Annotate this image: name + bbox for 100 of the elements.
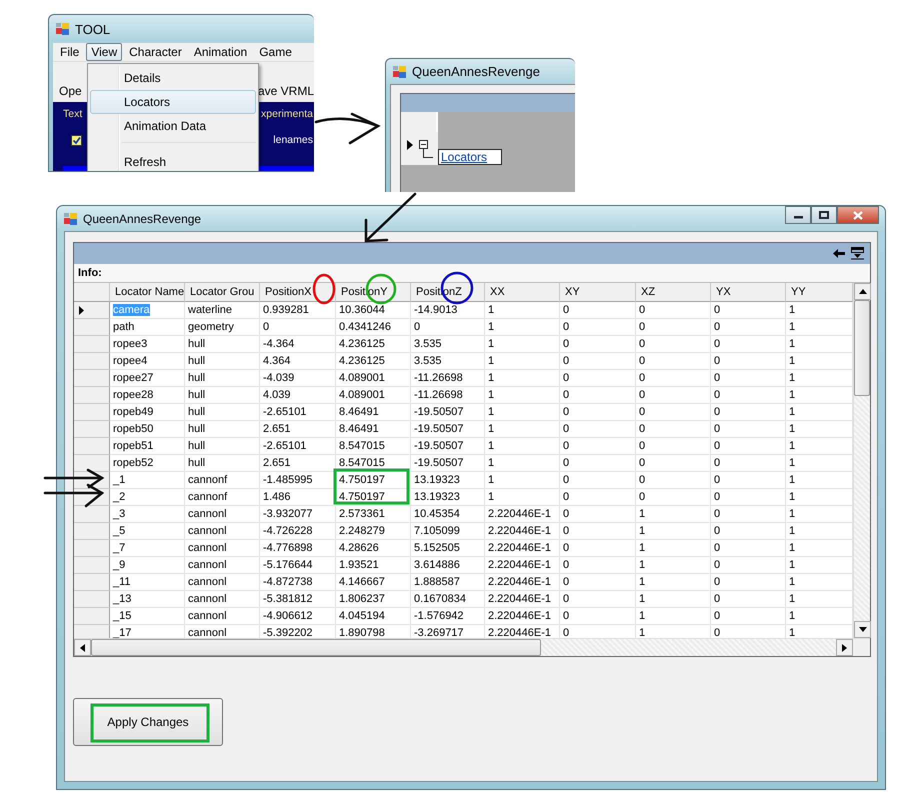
menu-option[interactable]: Refresh bbox=[90, 150, 256, 171]
table-cell: 4.750197 bbox=[336, 489, 411, 506]
menu-item[interactable]: View bbox=[86, 43, 122, 61]
table-cell: 13.19323 bbox=[411, 489, 485, 506]
table-cell: 0 bbox=[560, 387, 636, 404]
vertical-scrollbar[interactable] bbox=[853, 283, 870, 638]
table-cell: 4.146667 bbox=[336, 574, 411, 591]
table-cell: 4.045194 bbox=[336, 608, 411, 625]
table-cell: hull bbox=[185, 336, 260, 353]
table-cell: 0 bbox=[636, 319, 711, 336]
scrollbar-thumb[interactable] bbox=[854, 300, 870, 396]
row-header[interactable] bbox=[401, 132, 438, 165]
hand-drawn-arrow bbox=[44, 468, 104, 488]
table-cell: 1 bbox=[485, 421, 560, 438]
column-header[interactable]: XY bbox=[560, 283, 636, 302]
menu-option[interactable]: Animation Data bbox=[90, 114, 256, 138]
panel-label: xperimenta bbox=[261, 108, 313, 120]
column-header[interactable]: XX bbox=[485, 283, 560, 302]
table-cell: -14.9013 bbox=[411, 302, 485, 319]
table-cell: 0 bbox=[636, 455, 711, 472]
scroll-down-icon[interactable] bbox=[858, 627, 866, 632]
window-title: QueenAnnesRevenge bbox=[412, 64, 540, 79]
toolbar-button[interactable]: ave VRML bbox=[258, 84, 314, 98]
table-cell: ropee28 bbox=[110, 387, 185, 404]
menu-option[interactable]: Details bbox=[90, 66, 256, 90]
table-cell: 0.1670834 bbox=[411, 591, 485, 608]
menu-item[interactable]: Character bbox=[124, 43, 187, 61]
column-header[interactable]: YX bbox=[711, 283, 786, 302]
column-header[interactable]: Locator Grou bbox=[185, 283, 260, 302]
toolbar-button[interactable]: Ope bbox=[59, 84, 82, 98]
table-cell: 0 bbox=[711, 506, 786, 523]
table-cell: -2.65101 bbox=[260, 404, 336, 421]
column-header bbox=[401, 112, 438, 132]
table-cell: 0 bbox=[711, 557, 786, 574]
table-cell: 1 bbox=[636, 523, 711, 540]
table-cell: 1 bbox=[636, 591, 711, 608]
collapse-icon[interactable] bbox=[419, 140, 433, 159]
table-cell: 1.806237 bbox=[336, 591, 411, 608]
table-cell: 0 bbox=[560, 336, 636, 353]
table-cell: -2.65101 bbox=[260, 438, 336, 455]
table-cell: 0.939281 bbox=[260, 302, 336, 319]
table-cell: -4.726228 bbox=[260, 523, 336, 540]
table-cell: 2.220446E-1 bbox=[485, 591, 560, 608]
menu-option[interactable]: Locators bbox=[90, 90, 256, 114]
table-cell: 1 bbox=[485, 489, 560, 506]
table-cell: 3.535 bbox=[411, 353, 485, 370]
table-cell: 2.248279 bbox=[336, 523, 411, 540]
maximize-button[interactable] bbox=[811, 206, 837, 224]
table-cell: 1 bbox=[636, 557, 711, 574]
tree-link[interactable]: Locators bbox=[438, 149, 502, 165]
table-cell: _3 bbox=[110, 506, 185, 523]
table-cell: 0 bbox=[711, 387, 786, 404]
table-cell: cannonf bbox=[185, 489, 260, 506]
table-cell: waterline bbox=[185, 302, 260, 319]
menu-item[interactable]: Game bbox=[254, 43, 297, 61]
table-cell: 0 bbox=[560, 523, 636, 540]
column-header bbox=[74, 283, 110, 302]
horizontal-scrollbar[interactable] bbox=[74, 638, 870, 656]
scroll-right-icon[interactable] bbox=[842, 644, 847, 652]
table-cell: 0 bbox=[560, 455, 636, 472]
close-button[interactable] bbox=[837, 206, 879, 224]
table-cell: 1 bbox=[636, 608, 711, 625]
scroll-left-icon[interactable] bbox=[80, 644, 85, 652]
table-cell: _7 bbox=[110, 540, 185, 557]
minimize-button[interactable] bbox=[785, 206, 811, 224]
checkbox[interactable] bbox=[71, 134, 82, 146]
table-cell: 8.46491 bbox=[336, 421, 411, 438]
column-header[interactable]: PositionX bbox=[260, 283, 336, 302]
column-header[interactable]: XZ bbox=[636, 283, 711, 302]
menu-item[interactable]: File bbox=[55, 43, 84, 61]
column-header[interactable]: Locator Name bbox=[110, 283, 185, 302]
table-cell: 0 bbox=[260, 319, 336, 336]
table-cell: 0 bbox=[560, 353, 636, 370]
table-cell: -4.364 bbox=[260, 336, 336, 353]
table-cell: 2.651 bbox=[260, 421, 336, 438]
table-cell: 0 bbox=[560, 591, 636, 608]
hand-drawn-arrow bbox=[44, 484, 104, 508]
table-cell: ropee3 bbox=[110, 336, 185, 353]
table-cell: 1 bbox=[485, 404, 560, 421]
table-cell: 0 bbox=[711, 574, 786, 591]
back-arrow-icon[interactable] bbox=[833, 248, 845, 259]
column-header[interactable]: YY bbox=[786, 283, 853, 302]
table-cell: 4.236125 bbox=[336, 336, 411, 353]
table-cell: 1.888587 bbox=[411, 574, 485, 591]
table-cell: hull bbox=[185, 455, 260, 472]
window-title: QueenAnnesRevenge bbox=[83, 212, 202, 226]
scrollbar-thumb[interactable] bbox=[91, 639, 541, 656]
table-cell: 8.46491 bbox=[336, 404, 411, 421]
menu-item[interactable]: Animation bbox=[188, 43, 252, 61]
table-cell: -4.776898 bbox=[260, 540, 336, 557]
row-header[interactable] bbox=[74, 302, 110, 319]
scroll-up-icon[interactable] bbox=[858, 289, 866, 294]
dropdown-window-icon[interactable] bbox=[851, 247, 864, 260]
table-cell: cannonl bbox=[185, 523, 260, 540]
app-icon bbox=[393, 66, 406, 78]
table-cell: 2.220446E-1 bbox=[485, 557, 560, 574]
table-cell: hull bbox=[185, 387, 260, 404]
table-cell: 2.220446E-1 bbox=[485, 506, 560, 523]
table-cell: 4.28626 bbox=[336, 540, 411, 557]
scrollbar-corner bbox=[853, 639, 870, 656]
